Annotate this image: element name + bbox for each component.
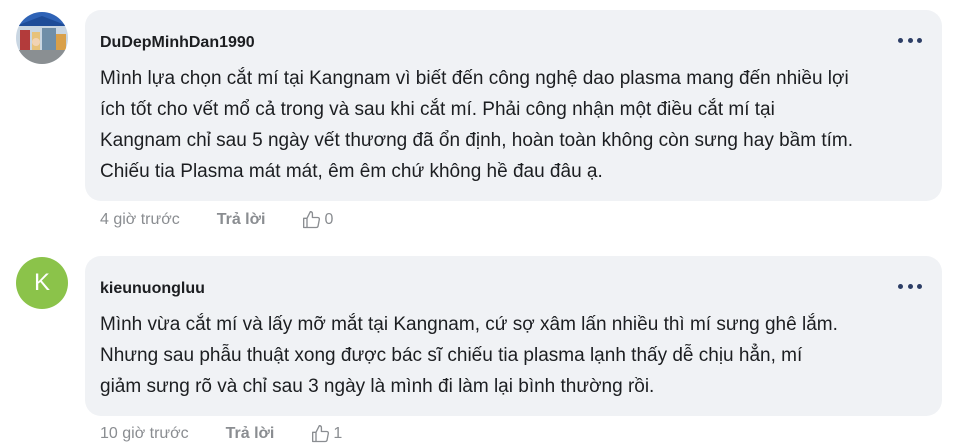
more-options-icon[interactable] xyxy=(898,32,922,48)
comment-text-line: giảm sưng rõ và chỉ sau 3 ngày là mình đ… xyxy=(100,376,655,397)
more-options-icon[interactable] xyxy=(898,278,922,294)
comment-time: 10 giờ trước xyxy=(100,425,189,442)
avatar[interactable]: K xyxy=(16,257,68,309)
avatar[interactable] xyxy=(16,12,68,64)
avatar-photo xyxy=(16,12,68,64)
comment-text-line: Kangnam chỉ sau 5 ngày vết thương đã ổn … xyxy=(100,130,853,151)
comment-author[interactable]: DuDepMinhDan1990 xyxy=(100,34,255,52)
reply-button[interactable]: Trả lời xyxy=(226,425,275,443)
thumbs-up-icon xyxy=(312,425,330,443)
comment-text-line: Chiếu tia Plasma mát mát, êm êm chứ khôn… xyxy=(100,161,603,182)
comment-bubble: kieunuongluu Mình vừa cắt mí và lấy mỡ m… xyxy=(85,256,942,416)
comment-text-line: Mình lựa chọn cắt mí tại Kangnam vì biết… xyxy=(100,68,849,89)
comment-text-line: ích tốt cho vết mổ cả trong và sau khi c… xyxy=(100,99,775,120)
comment-actions: 4 giờ trước Trả lời 0 xyxy=(100,208,333,232)
like-button[interactable]: 1 xyxy=(311,424,342,444)
avatar-letter: K xyxy=(33,269,50,296)
thumbs-up-icon xyxy=(303,211,321,229)
like-count: 0 xyxy=(324,211,334,228)
comment-time: 4 giờ trước xyxy=(100,211,180,228)
comment-text-line: Nhưng sau phẫu thuật xong được bác sĩ ch… xyxy=(100,345,803,366)
comment-text-line: Mình vừa cắt mí và lấy mỡ mắt tại Kangna… xyxy=(100,314,838,335)
reply-button[interactable]: Trả lời xyxy=(217,211,266,229)
comment-author[interactable]: kieunuongluu xyxy=(100,280,205,298)
like-button[interactable]: 0 xyxy=(302,210,333,230)
comment-text: Mình vừa cắt mí và lấy mỡ mắt tại Kangna… xyxy=(100,309,920,402)
comment-actions: 10 giờ trước Trả lời 1 xyxy=(100,422,342,446)
comment-text: Mình lựa chọn cắt mí tại Kangnam vì biết… xyxy=(100,63,920,187)
like-count: 1 xyxy=(333,425,343,442)
comment-bubble: DuDepMinhDan1990 Mình lựa chọn cắt mí tạ… xyxy=(85,10,942,201)
